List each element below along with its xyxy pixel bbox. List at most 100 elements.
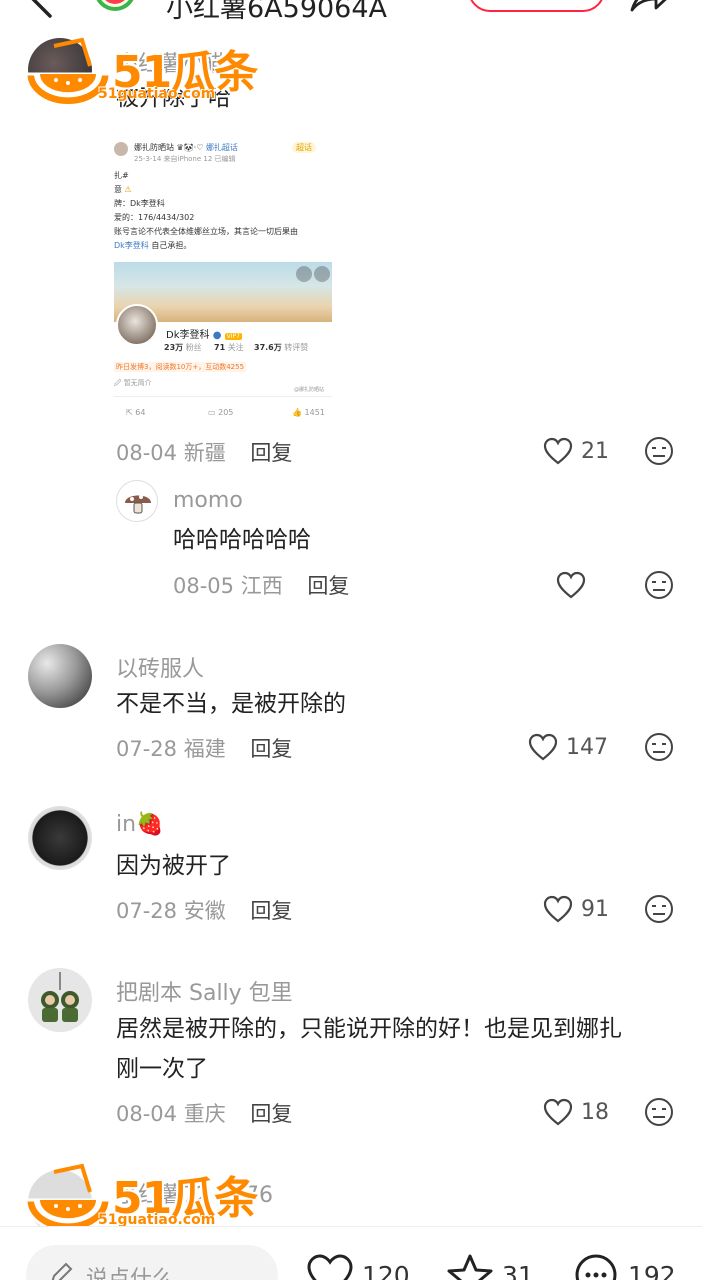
shot-zan-num: 37.6万 (254, 343, 282, 352)
shot-line: 账号言论不代表全体维娜丝立场，其言论一切后果由 (114, 227, 298, 236)
bottom-action-bar: 说点什么... 120 31 192 (0, 1226, 702, 1280)
reply-button[interactable]: 回复 (250, 441, 292, 465)
more-icon (314, 266, 330, 282)
comment-bubble-icon (575, 1254, 617, 1280)
comment-meta: 07-28 安徽 回复 (116, 895, 292, 925)
avatar[interactable] (116, 480, 158, 522)
comment-username[interactable]: in🍓 (116, 812, 163, 837)
comment-text: 不是不当，是被开除的 (116, 691, 346, 717)
comment-text: 居然是被开除的，只能说开除的好！也是见到娜扎 (116, 1016, 622, 1042)
shot-fans-num: 23万 (164, 343, 184, 352)
like-button[interactable] (556, 568, 594, 602)
shot-follow-label: 关注 (227, 343, 244, 352)
comment-location: 新疆 (183, 441, 226, 465)
like-button[interactable]: 18 (543, 1095, 609, 1129)
shot-fans-label: 粉丝 (185, 343, 202, 352)
watermark-url: 51guatiao.com (98, 86, 216, 102)
like-button[interactable]: 147 (528, 730, 608, 764)
heart-icon (543, 895, 573, 923)
shot-follow-num: 71 (214, 343, 226, 352)
heart-icon (528, 733, 558, 761)
like-button[interactable]: 91 (543, 892, 609, 926)
shot-line: 扎# (114, 171, 129, 180)
shot-zan-label: 转评赞 (284, 343, 309, 352)
heart-icon (543, 1098, 573, 1126)
like-count: 21 (581, 438, 609, 464)
comment-meta: 07-28 福建 回复 (116, 733, 292, 763)
search-icon (296, 266, 312, 282)
top-bar: 小红薯6A59064A 立即关注 (0, 0, 702, 28)
post-like-count: 120 (362, 1260, 410, 1280)
avatar[interactable] (28, 968, 92, 1032)
shot-bio: 暂无简介 (123, 379, 152, 387)
like-post-button[interactable]: 120 (306, 1253, 410, 1280)
comment-text: 刚一次了 (116, 1056, 208, 1082)
watermelon-icon (96, 0, 134, 11)
reply-button[interactable]: 回复 (250, 737, 292, 761)
back-arrow-icon[interactable] (24, 0, 54, 18)
comment-meta: 08-05 江西 回复 (173, 570, 349, 600)
comment-location: 安徽 (183, 899, 226, 923)
watermark-logo: 51瓜条 51guatiao.com (24, 36, 274, 116)
shot-like: 1451 (304, 408, 325, 417)
comment-date: 08-04 (116, 441, 178, 465)
like-button[interactable]: 21 (543, 434, 609, 468)
shot-line: 自己承担。 (148, 241, 192, 250)
shot-profile-name: Dk李登科 (166, 330, 210, 341)
reply-button[interactable]: 回复 (307, 574, 349, 598)
shot-line: 牌：Dk李登科 (114, 199, 165, 208)
comment-username[interactable]: momo (173, 488, 243, 513)
heart-icon (307, 1254, 353, 1280)
star-icon (447, 1254, 493, 1280)
comment-location: 福建 (183, 737, 226, 761)
heart-icon (556, 571, 586, 599)
profile-avatar (116, 304, 158, 346)
shot-watermark: @娜扎防晒站 (294, 387, 325, 393)
comment-location: 重庆 (183, 1102, 226, 1126)
shot-comment: 205 (218, 408, 234, 417)
follow-button[interactable]: 立即关注 (468, 0, 605, 12)
shot-yesterday: 昨日发博3，阅读数10万+，互动数4255 (114, 362, 247, 372)
like-count: 18 (581, 1099, 609, 1125)
comment-date: 08-05 (173, 574, 235, 598)
comment-image[interactable]: 娜扎防晒站 ♛🐼·♡ 娜扎超话 25-3-14 来自iPhone 12 已编辑 … (114, 134, 332, 424)
comment-date: 07-28 (116, 899, 178, 923)
reaction-face-icon[interactable] (644, 570, 674, 600)
avatar[interactable] (28, 644, 92, 708)
reply-button[interactable]: 回复 (250, 1102, 292, 1126)
comment-location: 江西 (240, 574, 283, 598)
comment-text: 因为被开了 (116, 853, 231, 879)
reaction-face-icon[interactable] (644, 894, 674, 924)
comment-username[interactable]: 以砖服人 (116, 651, 204, 683)
shot-tag: 娜扎超话 (205, 143, 238, 152)
reaction-face-icon[interactable] (644, 436, 674, 466)
avatar[interactable] (28, 806, 92, 870)
shot-repost: 64 (135, 408, 146, 417)
author-name[interactable]: 小红薯6A59064A (166, 0, 387, 25)
reaction-face-icon[interactable] (644, 1097, 674, 1127)
shot-badge: 超话 (292, 142, 316, 153)
collect-post-button[interactable]: 31 (446, 1253, 534, 1280)
like-count: 91 (581, 896, 609, 922)
shot-post-meta: 25-3-14 来自iPhone 12 已编辑 (134, 155, 236, 163)
reaction-face-icon[interactable] (644, 732, 674, 762)
post-collect-count: 31 (502, 1260, 534, 1280)
reply-button[interactable]: 回复 (250, 899, 292, 923)
shot-vip: VIP7 (224, 333, 242, 340)
comment-date: 07-28 (116, 737, 178, 761)
heart-icon (543, 437, 573, 465)
share-icon[interactable] (628, 0, 672, 12)
comment-input[interactable]: 说点什么... (26, 1245, 278, 1280)
shot-line: 爱的：176/4434/302 (114, 213, 195, 222)
comment-meta: 08-04 新疆 回复 (116, 437, 292, 467)
shot-mention: Dk李登科 (114, 241, 149, 250)
comment-username[interactable]: 把剧本 Sally 包里 (116, 975, 293, 1007)
comment-text: 哈哈哈哈哈哈 (173, 527, 311, 553)
comment-input-placeholder: 说点什么... (86, 1267, 195, 1280)
comment-post-button[interactable]: 192 (572, 1253, 676, 1280)
author-avatar[interactable] (90, 0, 140, 20)
like-count: 147 (566, 734, 608, 760)
shot-account: 娜扎防晒站 (134, 143, 174, 152)
comment-meta: 08-04 重庆 回复 (116, 1098, 292, 1128)
post-comment-count: 192 (628, 1260, 676, 1280)
